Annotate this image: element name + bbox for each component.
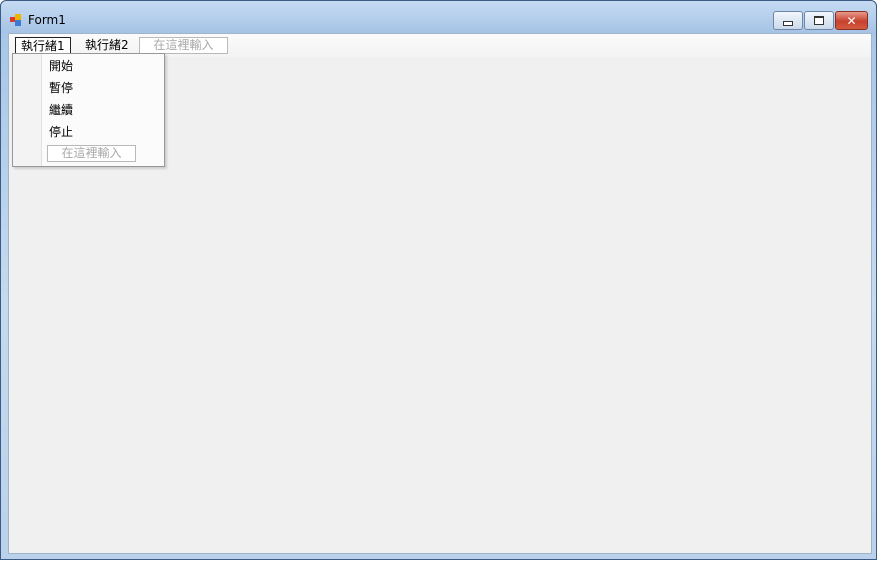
- close-button[interactable]: ✕: [835, 11, 868, 30]
- window-title: Form1: [28, 13, 66, 27]
- dropdown-type-here-box[interactable]: 在這裡輸入: [47, 145, 136, 162]
- menu-item-pause[interactable]: 暫停: [49, 78, 73, 98]
- minimize-button[interactable]: [773, 11, 803, 30]
- menu-thread2[interactable]: 執行緒2: [80, 37, 134, 54]
- menubar-type-here-box[interactable]: 在這裡輸入: [139, 37, 228, 54]
- caption-buttons: ✕: [772, 11, 868, 30]
- maximize-button[interactable]: [804, 11, 834, 30]
- thread1-dropdown-menu: 開始 暫停 繼續 停止 在這裡輸入: [12, 53, 165, 167]
- close-icon: ✕: [846, 13, 857, 28]
- title-bar[interactable]: Form1 ✕: [1, 1, 876, 33]
- menu-thread1[interactable]: 執行緒1: [15, 37, 71, 54]
- application-icon[interactable]: [10, 14, 22, 26]
- menu-item-stop[interactable]: 停止: [49, 122, 73, 142]
- maximize-icon: [814, 16, 824, 25]
- menu-item-resume[interactable]: 繼續: [49, 100, 73, 120]
- minimize-icon: [783, 21, 793, 26]
- menu-image-margin: [13, 54, 42, 166]
- menu-item-start[interactable]: 開始: [49, 56, 73, 76]
